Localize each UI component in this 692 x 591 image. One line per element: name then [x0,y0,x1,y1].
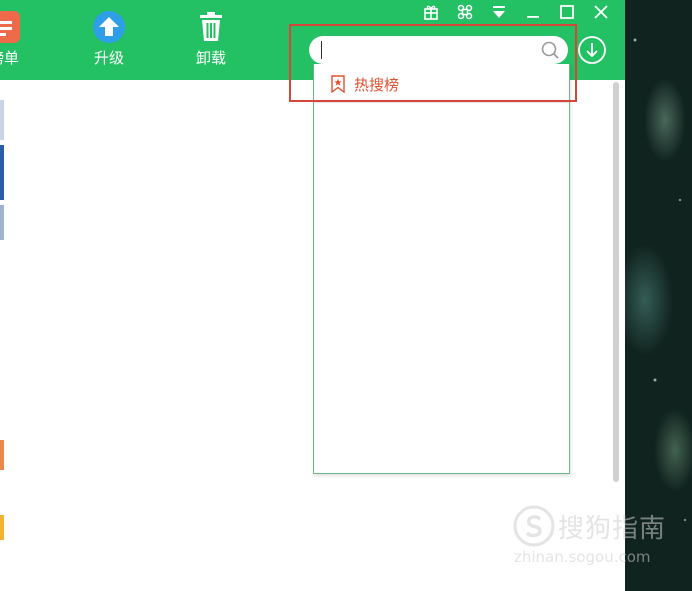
rank-list-label: 榜单 [0,49,19,67]
download-icon[interactable] [577,35,607,65]
close-button[interactable] [590,2,612,22]
uninstall-label: 卸载 [195,49,226,67]
uninstall-button[interactable]: 卸载 [181,10,241,67]
rank-list-button[interactable]: 榜单 [0,10,34,67]
command-apps-icon [457,4,473,20]
divider [314,102,569,103]
sogou-logo-icon [513,505,555,547]
apps-button[interactable] [454,2,476,22]
watermark-url: zhinan.sogou.com [514,548,651,566]
rank-list-icon [0,11,20,43]
trash-icon [200,12,222,41]
minimize-icon [527,16,539,18]
clipped-thumbnail [0,100,4,140]
maximize-icon [560,5,574,19]
upgrade-button[interactable]: 升级 [79,10,139,67]
vertical-scrollbar[interactable] [613,82,619,482]
annotation-highlight-box [289,24,577,102]
upgrade-label: 升级 [93,49,124,67]
clipped-thumbnail [0,145,4,200]
menu-button[interactable] [488,2,510,22]
clipped-thumbnail [0,205,4,240]
watermark: 搜狗指南 zhinan.sogou.com [512,504,692,574]
maximize-button[interactable] [556,2,578,22]
minimize-button[interactable] [522,2,544,22]
gift-button[interactable] [420,2,442,22]
menu-dropdown-icon [493,6,505,18]
close-icon [594,5,608,19]
app-window: 榜单 升级 卸载 [0,0,625,591]
clipped-thumbnail [0,440,4,470]
search-suggestion-dropdown: 热搜榜 [313,64,570,474]
upgrade-arrow-icon [93,11,125,43]
desktop-wallpaper [625,0,692,591]
gift-icon [424,5,438,20]
clipped-thumbnail [0,515,4,540]
watermark-name: 搜狗指南 [558,514,667,544]
